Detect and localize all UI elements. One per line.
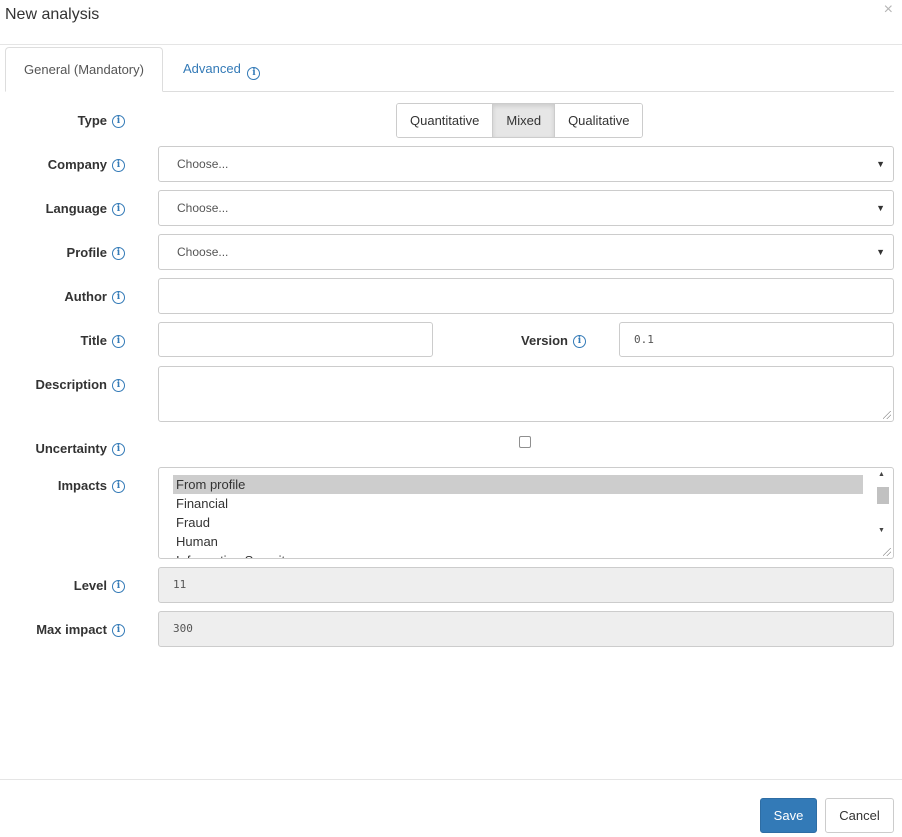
info-icon[interactable]: i [112,247,125,260]
company-label: Company [47,157,107,172]
author-label: Author [64,289,107,304]
author-input[interactable] [158,278,894,314]
profile-select-value: Choose... [177,245,229,259]
uncertainty-checkbox[interactable] [519,436,531,448]
profile-select[interactable]: Choose... ▼ [158,234,894,270]
scrollbar-thumb[interactable] [877,487,889,504]
language-select[interactable]: Choose... ▼ [158,190,894,226]
type-segmented-control: Quantitative Mixed Qualitative [396,103,644,138]
list-item[interactable]: Human [173,532,863,551]
max-impact-readonly-field: 300 [158,611,894,647]
caret-down-icon: ▼ [876,203,885,213]
info-icon[interactable]: i [112,115,125,128]
impacts-multiselect[interactable]: From profile Financial Fraud Human Infor… [158,467,894,559]
list-item[interactable]: From profile [173,475,863,494]
max-impact-label: Max impact [36,622,107,637]
resize-handle-icon[interactable] [883,411,891,419]
level-readonly-field: 11 [158,567,894,603]
modal-header: New analysis × [0,0,902,45]
language-label: Language [45,201,107,216]
scroll-up-icon[interactable]: ▲ [878,471,885,478]
caret-down-icon: ▼ [876,247,885,257]
tab-bar: General (Mandatory) Advanced i [5,47,894,92]
close-icon[interactable]: × [884,2,893,18]
company-select[interactable]: Choose... ▼ [158,146,894,182]
resize-handle-icon[interactable] [883,548,891,556]
type-mixed-button[interactable]: Mixed [492,104,555,137]
impacts-scrollbar[interactable]: ▲ ▼ [875,470,891,542]
version-input[interactable]: 0.1 [619,322,894,357]
uncertainty-label: Uncertainty [35,441,107,456]
info-icon[interactable]: i [112,335,125,348]
type-quantitative-button[interactable]: Quantitative [397,104,493,137]
new-analysis-dialog: New analysis × General (Mandatory) Advan… [0,0,902,837]
description-textarea[interactable] [158,366,894,422]
type-label: Type [77,113,107,128]
info-icon[interactable]: i [112,203,125,216]
info-icon[interactable]: i [112,379,125,392]
modal-title: New analysis [5,6,100,23]
type-qualitative-button[interactable]: Qualitative [554,104,643,137]
info-icon[interactable]: i [112,480,125,493]
info-icon[interactable]: i [112,580,125,593]
info-icon[interactable]: i [112,624,125,637]
title-input[interactable] [158,322,433,357]
scroll-down-icon[interactable]: ▼ [878,527,885,534]
list-item[interactable]: Fraud [173,513,863,532]
cancel-button[interactable]: Cancel [825,798,894,833]
impacts-list: From profile Financial Fraud Human Infor… [173,475,863,558]
language-select-value: Choose... [177,201,229,215]
info-icon[interactable]: i [112,291,125,304]
caret-down-icon: ▼ [876,159,885,169]
profile-label: Profile [66,245,107,260]
info-icon[interactable]: i [573,335,586,348]
modal-footer: Save Cancel [0,779,902,837]
list-item[interactable]: Financial [173,494,863,513]
tab-advanced-label: Advanced [183,61,241,76]
level-label: Level [73,578,107,593]
info-icon[interactable]: i [112,443,125,456]
info-icon[interactable]: i [112,159,125,172]
tab-advanced[interactable]: Advanced i [167,47,276,92]
info-icon[interactable]: i [247,67,261,80]
impacts-label: Impacts [57,478,107,493]
title-label: Title [80,333,108,348]
list-item[interactable]: Information Security [173,551,863,558]
save-button[interactable]: Save [760,798,817,833]
tab-general[interactable]: General (Mandatory) [5,47,163,92]
description-label: Description [35,377,107,392]
version-label: Version [521,333,568,348]
company-select-value: Choose... [177,157,229,171]
tab-general-label: General (Mandatory) [24,62,144,77]
